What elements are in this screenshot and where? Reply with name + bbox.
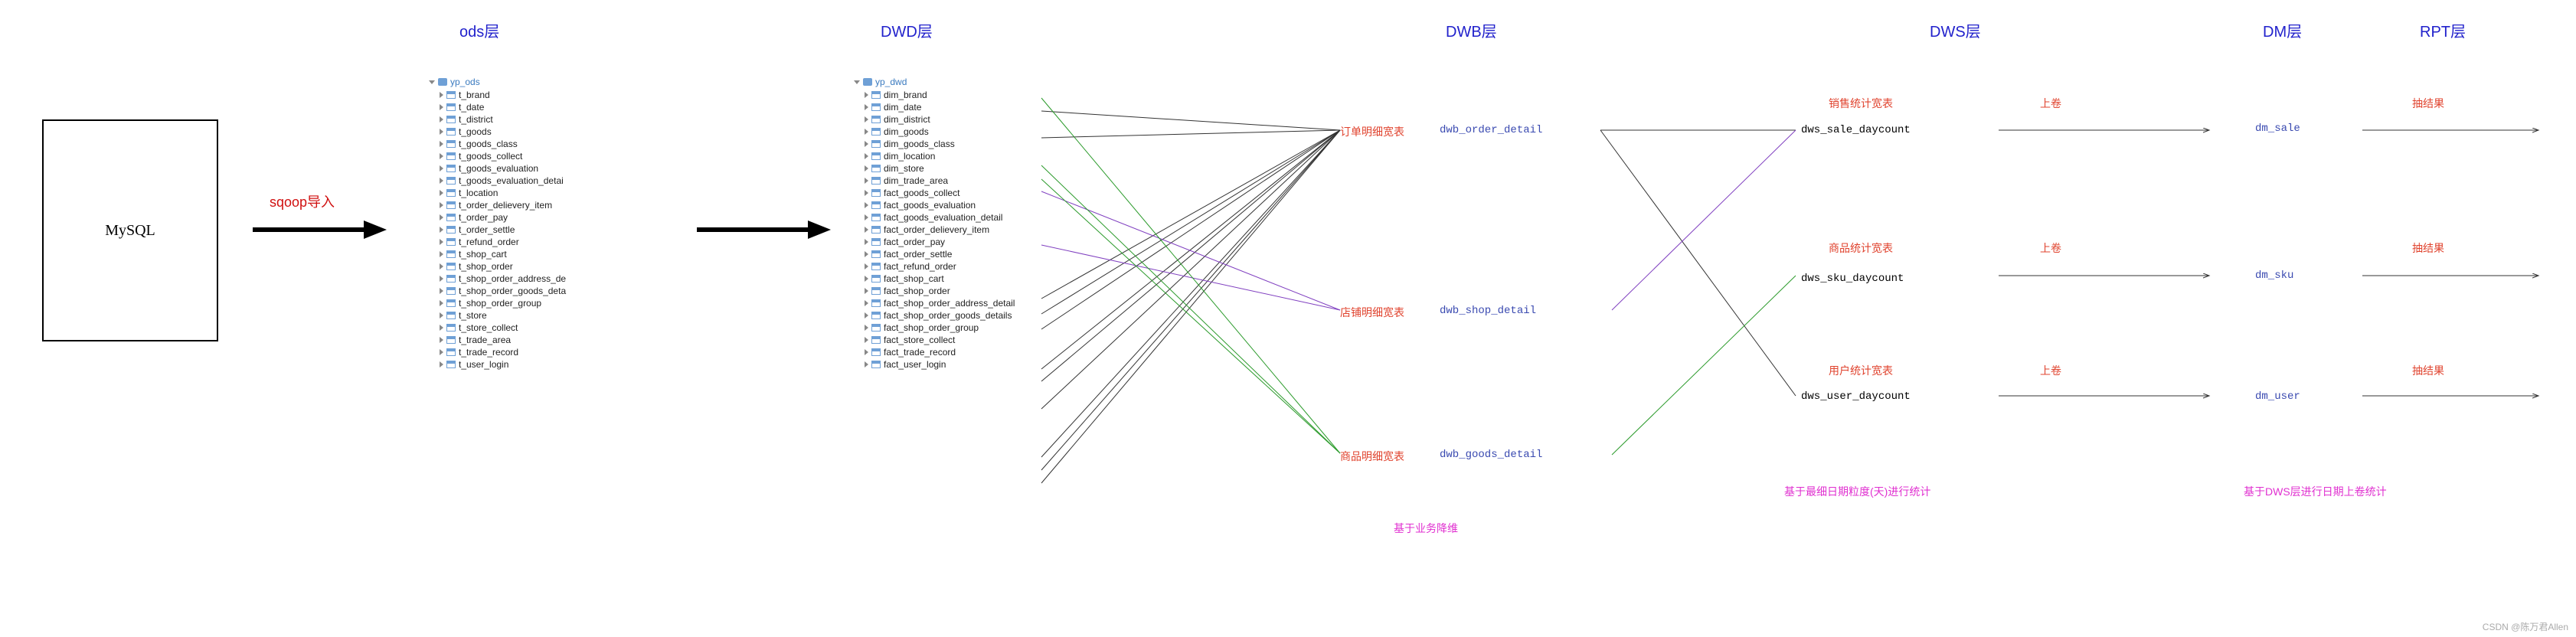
connection-lines (0, 0, 2576, 637)
watermark: CSDN @陈万君Allen (2483, 620, 2568, 633)
